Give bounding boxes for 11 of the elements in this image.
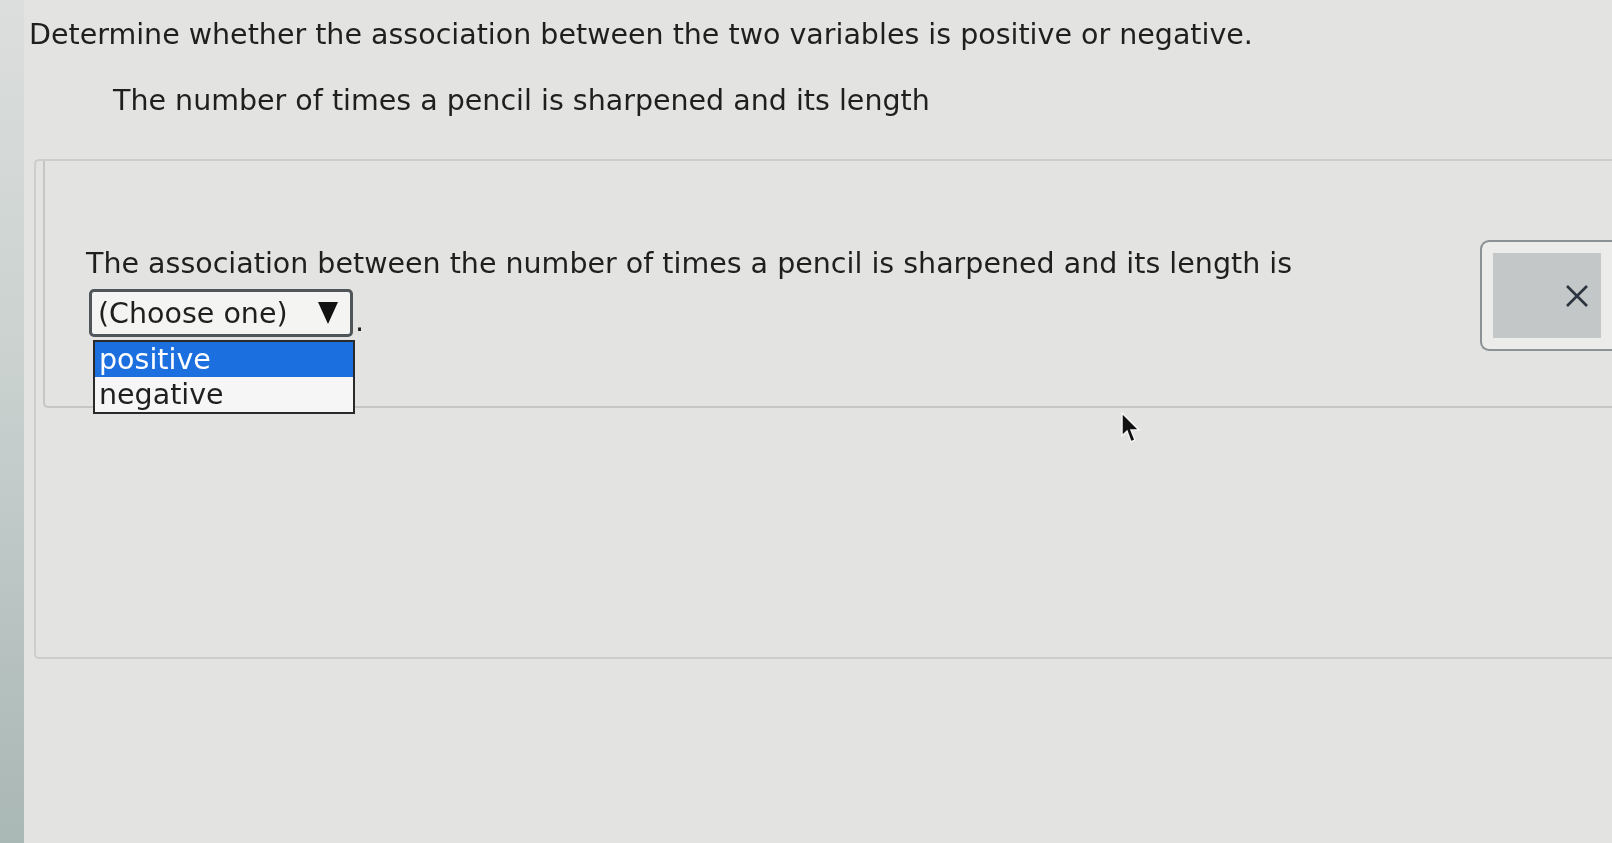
question-prompt: The number of times a pencil is sharpened and its length (113, 83, 931, 119)
mouse-pointer-icon (1121, 412, 1141, 444)
answer-dropdown[interactable]: (Choose one) (89, 289, 353, 337)
period-text: . (354, 307, 365, 337)
close-icon (1565, 283, 1589, 308)
instruction-text: Determine whether the association between the two variables is positive or negative. (29, 17, 1254, 53)
caret-icon (318, 302, 338, 324)
dropdown-option[interactable]: negative (95, 377, 353, 412)
close-button[interactable] (1480, 240, 1612, 351)
answer-sentence: The association between the number of times a pencil is sharpened and its length is (86, 246, 1294, 282)
dropdown-option[interactable]: positive (95, 342, 353, 377)
